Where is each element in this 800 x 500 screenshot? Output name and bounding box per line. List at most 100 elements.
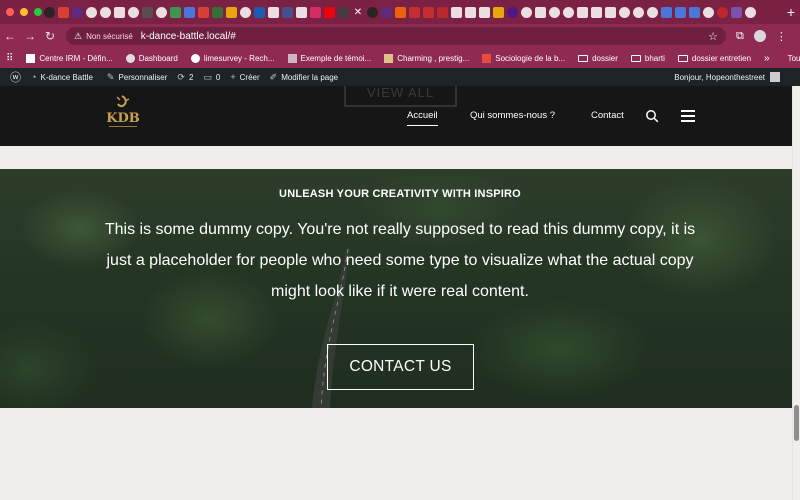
browser-toolbar: ← → ↻ ⚠ Non sécurisé k-dance-battle.loca… <box>0 24 800 48</box>
profile-avatar[interactable] <box>753 30 766 42</box>
url-text[interactable]: k-dance-battle.local/# <box>141 31 236 42</box>
kdb-logo[interactable]: KDB <box>100 94 146 132</box>
tab-favicon[interactable] <box>86 6 97 18</box>
security-status[interactable]: Non sécurisé <box>86 32 133 41</box>
bookmark-label: Exemple de témoi... <box>300 53 372 63</box>
tab-favicon[interactable] <box>128 6 139 18</box>
search-icon[interactable] <box>645 109 659 123</box>
tab-favicon[interactable] <box>170 6 181 18</box>
tab-favicon[interactable] <box>409 6 420 18</box>
forward-icon[interactable]: → <box>20 29 40 43</box>
bookmark-folder[interactable]: dossier entretien <box>677 54 751 63</box>
pencil-icon: ✐ <box>269 71 278 82</box>
tab-favicon[interactable] <box>100 6 111 18</box>
bookmark-folder[interactable]: bharti <box>630 54 665 63</box>
tab-favicon[interactable] <box>254 6 265 18</box>
browser-menu-icon[interactable]: ⋮ <box>776 30 787 43</box>
bookmark-star-icon[interactable]: ☆ <box>708 30 718 43</box>
close-window-button[interactable] <box>6 8 14 16</box>
tab-favicon[interactable] <box>493 6 504 18</box>
nav-contact[interactable]: Contact <box>591 110 624 121</box>
tab-favicon[interactable] <box>507 6 518 18</box>
admin-comments[interactable]: ▭ 0 <box>203 72 220 83</box>
admin-site-name[interactable]: ◔ K-dance Battle <box>31 72 93 82</box>
tab-favicon[interactable] <box>577 6 588 18</box>
tab-favicon[interactable] <box>240 6 251 18</box>
tab-favicon[interactable] <box>212 6 223 18</box>
extensions-icon[interactable]: ⧉ <box>736 30 744 43</box>
tab-favicon[interactable] <box>44 6 55 18</box>
tab-favicon[interactable] <box>338 6 349 18</box>
admin-account[interactable]: Bonjour, Hopeonthestreet <box>674 72 780 82</box>
back-icon[interactable]: ← <box>0 29 20 43</box>
admin-customize-label: Personnaliser <box>118 72 168 82</box>
nav-qui-sommes-nous[interactable]: Qui sommes-nous ? <box>470 110 555 121</box>
bookmark-item[interactable]: limesurvey - Rech... <box>190 53 275 63</box>
tab-favicon[interactable] <box>142 6 153 18</box>
tab-favicon[interactable] <box>114 6 125 18</box>
tab-favicon[interactable] <box>591 6 602 18</box>
tab-favicon[interactable] <box>605 6 616 18</box>
tab-favicon[interactable] <box>437 6 448 18</box>
zoom-window-button[interactable] <box>34 8 42 16</box>
minimize-window-button[interactable] <box>20 8 28 16</box>
tab-favicon[interactable] <box>198 6 209 18</box>
admin-edit-page[interactable]: ✐ Modifier la page <box>270 72 338 83</box>
hamburger-menu-icon[interactable] <box>681 110 695 122</box>
bookmarks-overflow-button[interactable]: » <box>764 53 770 64</box>
bookmark-folder[interactable]: dossier <box>578 54 618 63</box>
admin-updates[interactable]: ⟳ 2 <box>177 72 193 83</box>
tab-favicon[interactable] <box>324 6 335 18</box>
tab-favicon[interactable] <box>675 6 686 18</box>
bookmark-item[interactable]: Centre IRM - Défin... <box>26 53 113 63</box>
address-bar[interactable]: ⚠ Non sécurisé k-dance-battle.local/# ☆ <box>66 27 726 45</box>
tab-favicon[interactable] <box>647 6 658 18</box>
tab-favicon[interactable] <box>563 6 574 18</box>
apps-grid-icon[interactable]: ⠿ <box>6 53 13 64</box>
tab-favicon[interactable] <box>381 6 392 18</box>
admin-customize[interactable]: ✎ Personnaliser <box>107 72 167 83</box>
tab-favicon[interactable] <box>395 6 406 18</box>
tab-favicon[interactable] <box>58 6 69 18</box>
nav-accueil[interactable]: Accueil <box>407 110 438 126</box>
new-tab-button[interactable]: + <box>782 4 800 20</box>
bookmark-item[interactable]: Charming , prestig... <box>384 53 469 63</box>
page-scrollbar-thumb[interactable] <box>794 405 799 441</box>
browser-tab-strip: ✕ + <box>0 0 800 24</box>
tab-favicon[interactable] <box>451 6 462 18</box>
tab-favicon[interactable] <box>423 6 434 18</box>
tab-favicon[interactable] <box>661 6 672 18</box>
tab-favicon[interactable] <box>521 6 532 18</box>
contact-us-button[interactable]: CONTACT US <box>327 344 474 390</box>
tab-favicon[interactable] <box>633 6 644 18</box>
bookmark-favicon <box>125 53 135 63</box>
tab-favicon[interactable] <box>619 6 630 18</box>
tab-favicon[interactable] <box>268 6 279 18</box>
tab-favicon[interactable] <box>156 6 167 18</box>
tab-favicon[interactable] <box>310 6 321 18</box>
all-bookmarks-link[interactable]: Tous les favoris <box>788 54 800 63</box>
tab-favicon[interactable] <box>184 6 195 18</box>
tab-favicon[interactable] <box>282 6 293 18</box>
reload-icon[interactable]: ↻ <box>40 29 60 43</box>
bookmark-item[interactable]: Exemple de témoi... <box>287 53 372 63</box>
tab-favicon[interactable] <box>745 6 756 18</box>
tab-favicon[interactable] <box>689 6 700 18</box>
tab-favicon[interactable] <box>703 6 714 18</box>
tab-favicon[interactable] <box>226 6 237 18</box>
tab-favicon[interactable] <box>296 6 307 18</box>
tab-favicon[interactable] <box>465 6 476 18</box>
tab-favicon[interactable] <box>479 6 490 18</box>
wordpress-logo-icon[interactable]: ⓦ <box>10 69 21 85</box>
view-all-button[interactable]: VIEW ALL <box>344 86 457 107</box>
bookmark-item[interactable]: Sociologie de la b... <box>482 53 565 63</box>
bookmark-item[interactable]: Dashboard <box>125 53 178 63</box>
tab-favicon[interactable] <box>731 6 742 18</box>
tab-favicon[interactable] <box>717 6 728 18</box>
tab-favicon[interactable] <box>549 6 560 18</box>
admin-new[interactable]: + Créer <box>230 72 259 82</box>
tab-close-icon[interactable]: ✕ <box>352 5 364 19</box>
tab-favicon[interactable] <box>535 6 546 18</box>
tab-favicon[interactable] <box>72 6 83 18</box>
tab-favicon[interactable] <box>367 6 378 18</box>
